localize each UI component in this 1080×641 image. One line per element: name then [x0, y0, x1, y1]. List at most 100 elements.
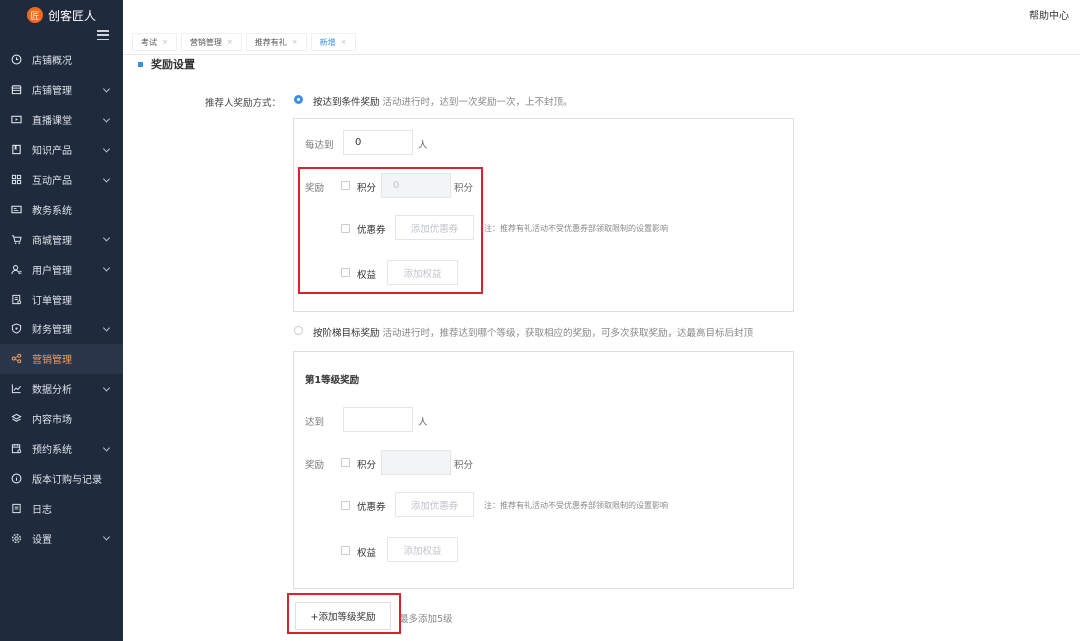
sidebar-item-logs[interactable]: 日志	[0, 493, 123, 523]
chart-icon	[11, 383, 22, 394]
sidebar-item-users[interactable]: 用户管理	[0, 254, 123, 284]
sidebar-item-finance[interactable]: 财务管理	[0, 314, 123, 344]
sidebar-item-booking[interactable]: 预约系统	[0, 434, 123, 464]
coupon-note: 注：推荐有礼活动不受优惠券部领取限制的设置影响	[484, 501, 668, 510]
add-level-reward-button[interactable]: +添加等级奖励	[295, 602, 391, 630]
help-center-link[interactable]: 帮助中心	[1029, 7, 1069, 22]
sidebar-item-store-overview[interactable]: 店铺概况	[0, 45, 123, 75]
sidebar-item-store-manage[interactable]: 店铺管理	[0, 75, 123, 105]
reach-unit: 人	[418, 140, 428, 151]
order-icon	[11, 294, 22, 305]
add-rights-button[interactable]: 添加权益	[387, 260, 458, 285]
points-input[interactable]: 0	[381, 173, 451, 198]
sidebar-item-label: 日志	[32, 504, 52, 516]
tab-label: 新增	[319, 37, 336, 47]
sidebar-item-marketing[interactable]: 营销管理	[0, 343, 123, 374]
sidebar-item-label: 知识产品	[32, 146, 72, 158]
level-add-rights-button[interactable]: 添加权益	[387, 537, 458, 562]
reward-mode-label: 推荐人奖励方式：	[205, 98, 282, 109]
tab-referral[interactable]: 推荐有礼 ×	[245, 33, 307, 51]
sidebar-item-label: 店铺概况	[32, 56, 72, 68]
book-icon	[11, 144, 22, 155]
level-coupon-checkbox[interactable]	[341, 501, 350, 510]
video-icon	[11, 114, 22, 125]
sidebar-item-analytics[interactable]: 数据分析	[0, 374, 123, 404]
level-rights-checkbox[interactable]	[341, 546, 350, 555]
reach-count-input[interactable]: 0	[343, 130, 413, 155]
rights-checkbox[interactable]	[341, 268, 350, 277]
sidebar-item-interactive[interactable]: 互动产品	[0, 165, 123, 195]
sidebar-item-label: 财务管理	[32, 325, 72, 337]
coupon-label: 优惠券	[357, 502, 386, 513]
sidebar-item-label: 版本订购与记录	[32, 474, 102, 486]
menu-collapse-icon[interactable]	[97, 30, 109, 40]
rights-label: 权益	[357, 548, 377, 559]
chevron-down-icon	[102, 145, 111, 153]
sidebar-item-label: 商城管理	[32, 235, 72, 247]
radio-tiered-reward[interactable]	[294, 326, 303, 335]
chevron-down-icon	[102, 324, 111, 332]
tab-marketing[interactable]: 营销管理 ×	[180, 33, 242, 51]
sidebar-item-label: 营销管理	[32, 355, 72, 367]
tab-exam[interactable]: 考试 ×	[132, 33, 177, 51]
close-icon[interactable]: ×	[292, 38, 298, 46]
level-points-checkbox[interactable]	[341, 458, 350, 467]
doc-icon	[11, 503, 22, 514]
layers-icon	[11, 413, 22, 424]
share-icon	[11, 353, 22, 364]
chevron-down-icon	[102, 264, 111, 272]
sidebar-item-academic[interactable]: 教务系统	[0, 194, 123, 224]
reach-label: 达到	[305, 417, 325, 428]
clock-icon	[11, 54, 22, 65]
coupon-checkbox[interactable]	[341, 224, 350, 233]
sidebar-item-settings[interactable]: 设置	[0, 523, 123, 553]
card-icon	[11, 204, 22, 215]
option-title: 按阶梯目标奖励	[313, 328, 380, 339]
page-tabs: 考试 × 营销管理 × 推荐有礼 × 新增 ×	[123, 30, 1080, 55]
points-checkbox[interactable]	[341, 181, 350, 190]
chevron-down-icon	[102, 384, 111, 392]
sidebar-item-orders[interactable]: 订单管理	[0, 284, 123, 314]
sidebar-item-label: 用户管理	[32, 265, 72, 277]
sidebar-item-label: 互动产品	[32, 176, 72, 187]
level-title: 第1等级奖励	[305, 375, 360, 386]
sidebar-item-label: 订单管理	[32, 295, 72, 307]
brand[interactable]: 匠 创客匠人	[0, 0, 123, 30]
close-icon[interactable]: ×	[341, 38, 347, 46]
option-desc: 活动进行时，推荐达到哪个等级，获取相应的奖励，可多次获取奖励，达最高目标后封顶	[382, 328, 754, 339]
sidebar-item-label: 教务系统	[32, 205, 72, 217]
level-reach-input[interactable]	[343, 407, 413, 432]
option-tiered-reward[interactable]: 按阶梯目标奖励 活动进行时，推荐达到哪个等级，获取相应的奖励，可多次获取奖励，达最…	[313, 325, 753, 339]
shield-icon	[11, 323, 22, 335]
section-marker	[138, 61, 143, 67]
add-coupon-button[interactable]: 添加优惠券	[395, 215, 474, 240]
radio-condition-reward[interactable]	[294, 95, 303, 104]
level-points-input[interactable]	[381, 450, 451, 475]
section-title: 奖励设置	[138, 56, 195, 72]
sidebar-item-label: 内容市场	[32, 415, 72, 427]
add-level-hint: 最多添加5级	[399, 614, 453, 625]
reward-label: 奖励	[305, 183, 325, 194]
sidebar-item-knowledge[interactable]: 知识产品	[0, 135, 123, 165]
store-icon	[11, 84, 22, 95]
close-icon[interactable]: ×	[227, 38, 233, 46]
sidebar-item-content-market[interactable]: 内容市场	[0, 404, 123, 434]
level-add-coupon-button[interactable]: 添加优惠券	[395, 492, 474, 517]
calendar-icon	[11, 443, 22, 454]
tab-label: 考试	[141, 37, 157, 47]
option-condition-reward[interactable]: 按达到条件奖励 活动进行时，达到一次奖励一次，上不封顶。	[313, 94, 573, 108]
reward-label: 奖励	[305, 460, 325, 471]
points-unit: 积分	[454, 460, 474, 471]
sidebar-item-live[interactable]: 直播课堂	[0, 105, 123, 135]
gear-icon	[11, 533, 22, 544]
reach-label: 每达到	[305, 140, 334, 151]
points-label: 积分	[357, 460, 377, 471]
close-icon[interactable]: ×	[162, 38, 168, 46]
chevron-down-icon	[102, 115, 111, 123]
chevron-down-icon	[102, 533, 111, 541]
rights-label: 权益	[357, 270, 377, 281]
points-unit: 积分	[454, 183, 474, 194]
sidebar-item-subscription[interactable]: 版本订购与记录	[0, 463, 123, 493]
sidebar-item-mall[interactable]: 商城管理	[0, 224, 123, 254]
tab-new[interactable]: 新增 ×	[310, 33, 356, 51]
